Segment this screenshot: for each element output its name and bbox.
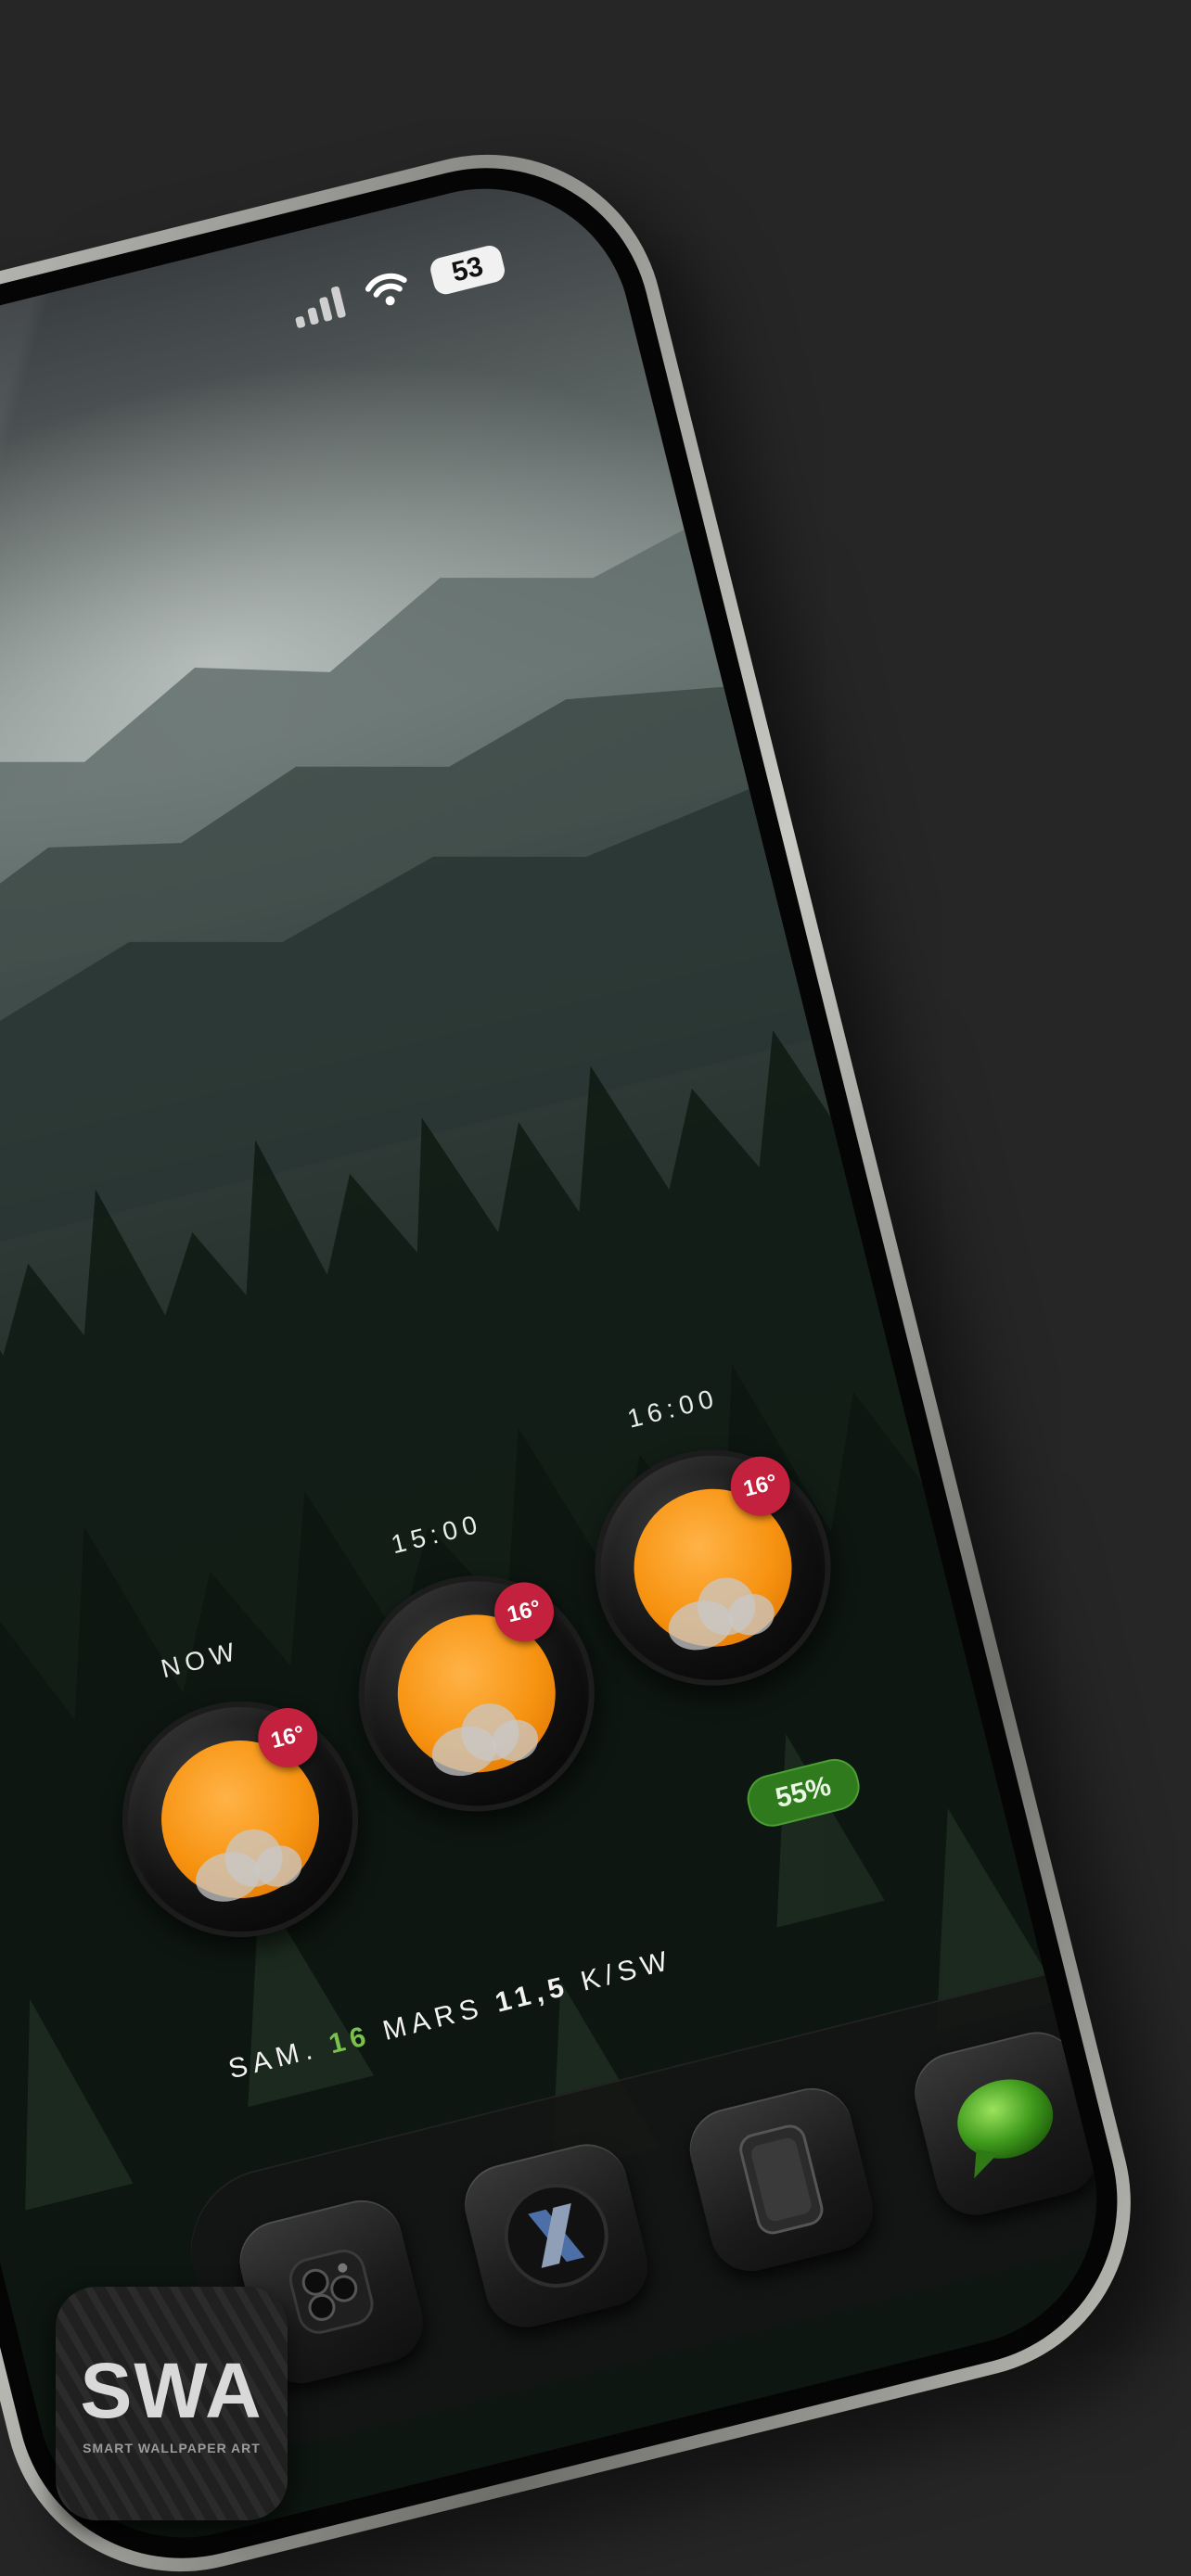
phone-frame: 54 53 NOW: [0, 117, 1169, 2576]
phone-bezel: 54 53 NOW: [0, 133, 1153, 2576]
dock-case-app[interactable]: [681, 2079, 882, 2280]
dock-x-app[interactable]: [455, 2136, 657, 2336]
cellular-signal-icon: [290, 286, 347, 329]
dock-messages-app[interactable]: [906, 2023, 1107, 2224]
weather-dial: 16°: [333, 1550, 620, 1837]
brand-logo: SWA SMART WALLPAPER ART: [56, 2287, 288, 2520]
brand-name: SMART WALLPAPER ART: [83, 2441, 261, 2455]
brand-mark: SWA: [80, 2347, 263, 2434]
weather-slot-1500[interactable]: 15:00 16°: [333, 1509, 620, 1837]
camera-icon: [288, 2250, 374, 2334]
marketing-canvas: 54 53 NOW: [0, 0, 1191, 2576]
phone-case-icon: [739, 2124, 824, 2235]
home-screen: 54 53 NOW: [0, 158, 1128, 2569]
messages-icon: [957, 2079, 1054, 2179]
wifi-icon: [365, 273, 407, 306]
x-app-icon: [504, 2183, 608, 2288]
humidity-pill: 55%: [742, 1753, 865, 1832]
